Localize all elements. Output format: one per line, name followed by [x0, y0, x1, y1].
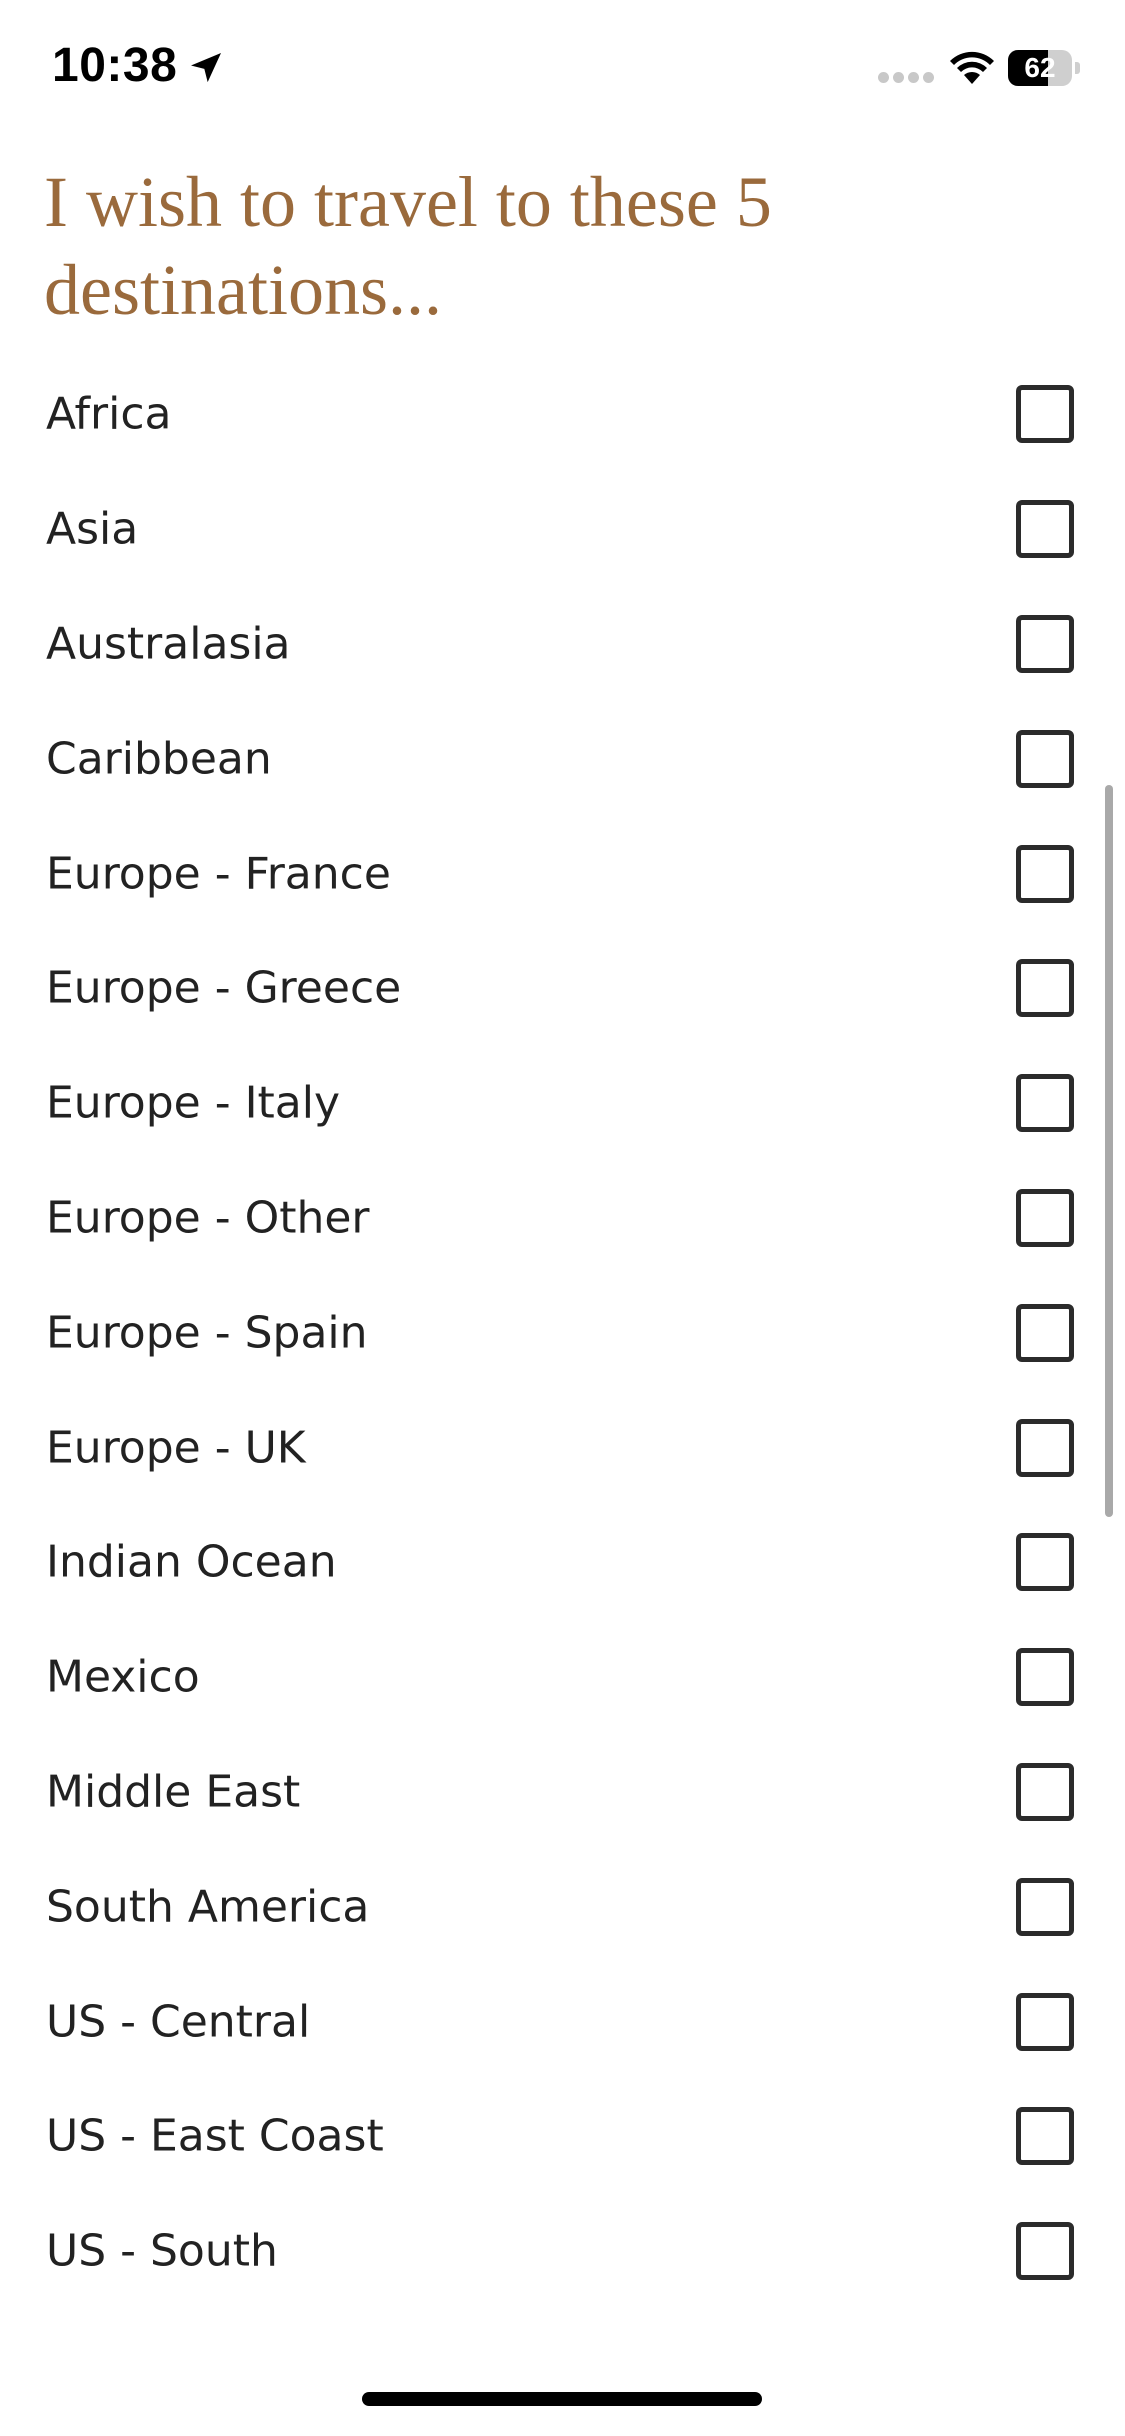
destination-list: Africa Asia Australasia Caribbean Europe - F… — [0, 357, 1125, 2309]
page-title: I wish to travel to these 5 destinations… — [44, 162, 772, 330]
destination-checkbox[interactable] — [1016, 1762, 1074, 1821]
destination-row[interactable]: South America — [0, 1849, 1125, 1964]
battery-level: 62 — [1024, 52, 1056, 83]
battery-icon: 62 — [1008, 50, 1080, 86]
destination-checkbox[interactable] — [1016, 1648, 1074, 1707]
destination-checkbox[interactable] — [1016, 500, 1074, 559]
destination-row[interactable]: US - Central — [0, 1964, 1125, 2079]
destination-row[interactable]: Europe - Spain — [0, 1275, 1125, 1390]
destination-row[interactable]: Middle East — [0, 1735, 1125, 1850]
destination-label: US - East Coast — [46, 2110, 384, 2162]
destination-label: Europe - Spain — [46, 1307, 368, 1359]
destination-checkbox[interactable] — [1016, 614, 1074, 673]
destination-checkbox[interactable] — [1016, 729, 1074, 788]
home-indicator[interactable] — [362, 2392, 762, 2406]
destination-row[interactable]: Europe - France — [0, 816, 1125, 931]
scroll-indicator[interactable] — [1105, 785, 1113, 1517]
destination-row[interactable]: Africa — [0, 357, 1125, 472]
destination-label: South America — [46, 1881, 370, 1933]
destination-checkbox[interactable] — [1016, 1188, 1074, 1247]
destination-label: Indian Ocean — [46, 1536, 337, 1588]
destination-row[interactable]: Australasia — [0, 587, 1125, 702]
destination-label: Europe - France — [46, 848, 391, 900]
destination-checkbox[interactable] — [1016, 2107, 1074, 2166]
destination-label: US - South — [46, 2225, 278, 2277]
destination-checkbox[interactable] — [1016, 959, 1074, 1018]
destination-label: Asia — [46, 503, 139, 555]
wifi-icon — [950, 51, 994, 84]
destination-label: Australasia — [46, 618, 291, 670]
destination-label: Europe - Other — [46, 1192, 370, 1244]
destination-checkbox[interactable] — [1016, 1074, 1074, 1133]
destination-row[interactable]: Europe - Italy — [0, 1046, 1125, 1161]
destination-checkbox[interactable] — [1016, 844, 1074, 903]
destination-row[interactable]: Europe - Greece — [0, 931, 1125, 1046]
destination-row[interactable]: US - East Coast — [0, 2079, 1125, 2194]
destination-row[interactable]: Indian Ocean — [0, 1505, 1125, 1620]
status-bar: 10:38 62 — [0, 0, 1125, 140]
destination-label: Mexico — [46, 1651, 200, 1703]
destination-label: Europe - Greece — [46, 962, 402, 1014]
destination-label: Europe - UK — [46, 1422, 306, 1474]
destination-checkbox[interactable] — [1016, 1533, 1074, 1592]
destination-checkbox[interactable] — [1016, 2222, 1074, 2281]
cellular-signal-icon — [878, 72, 934, 84]
destination-row[interactable]: Europe - Other — [0, 1161, 1125, 1276]
destination-row[interactable]: Europe - UK — [0, 1390, 1125, 1505]
destination-row[interactable]: Mexico — [0, 1620, 1125, 1735]
destination-label: Caribbean — [46, 733, 272, 785]
destination-checkbox[interactable] — [1016, 1877, 1074, 1936]
destination-checkbox[interactable] — [1016, 385, 1074, 444]
destination-row[interactable]: Asia — [0, 472, 1125, 587]
destination-label: Europe - Italy — [46, 1077, 341, 1129]
destination-label: US - Central — [46, 1996, 311, 2048]
destination-label: Middle East — [46, 1766, 301, 1818]
destination-row[interactable]: Caribbean — [0, 701, 1125, 816]
destination-checkbox[interactable] — [1016, 1992, 1074, 2051]
destination-row[interactable]: US - South — [0, 2194, 1125, 2309]
status-time: 10:38 — [52, 39, 178, 92]
location-arrow-icon — [191, 53, 221, 83]
destination-checkbox[interactable] — [1016, 1418, 1074, 1477]
destination-checkbox[interactable] — [1016, 1303, 1074, 1362]
destination-label: Africa — [46, 388, 172, 440]
